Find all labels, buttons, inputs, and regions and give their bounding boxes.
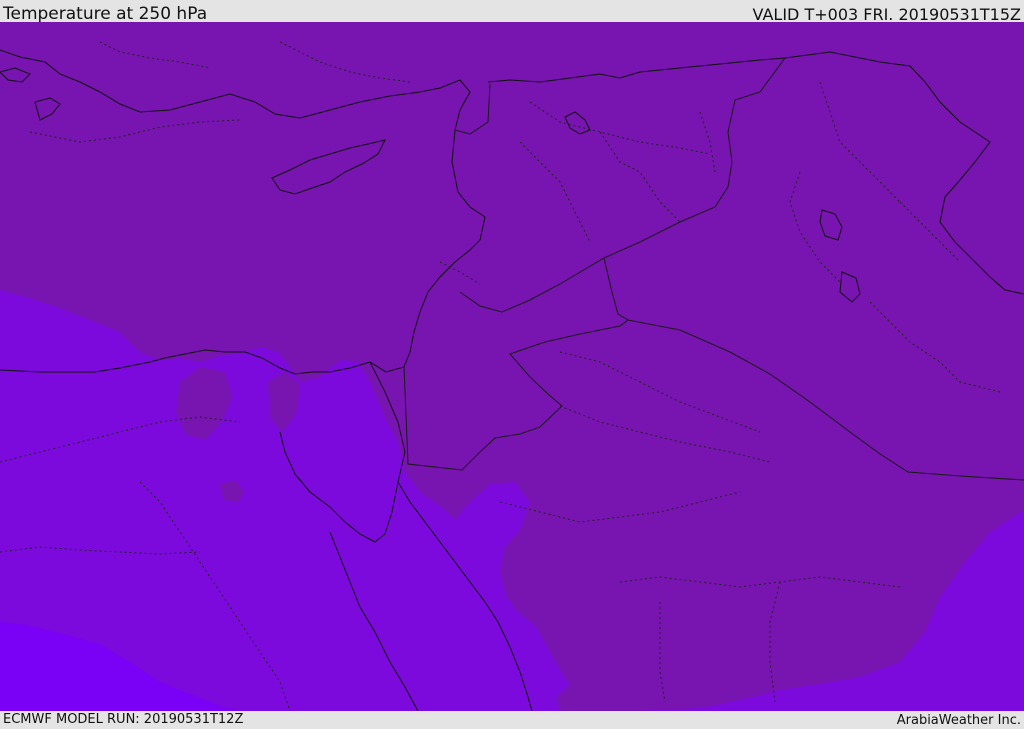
model-run: ECMWF MODEL RUN: 20190531T12Z [3,712,244,727]
credit: ArabiaWeather Inc. [896,713,1021,728]
footer-bar: ECMWF MODEL RUN: 20190531T12Z ArabiaWeat… [0,711,1024,729]
header-bar: Temperature at 250 hPa VALID T+003 FRI. … [0,0,1024,24]
temperature-map[interactable] [0,22,1024,711]
map-canvas [0,22,1024,711]
